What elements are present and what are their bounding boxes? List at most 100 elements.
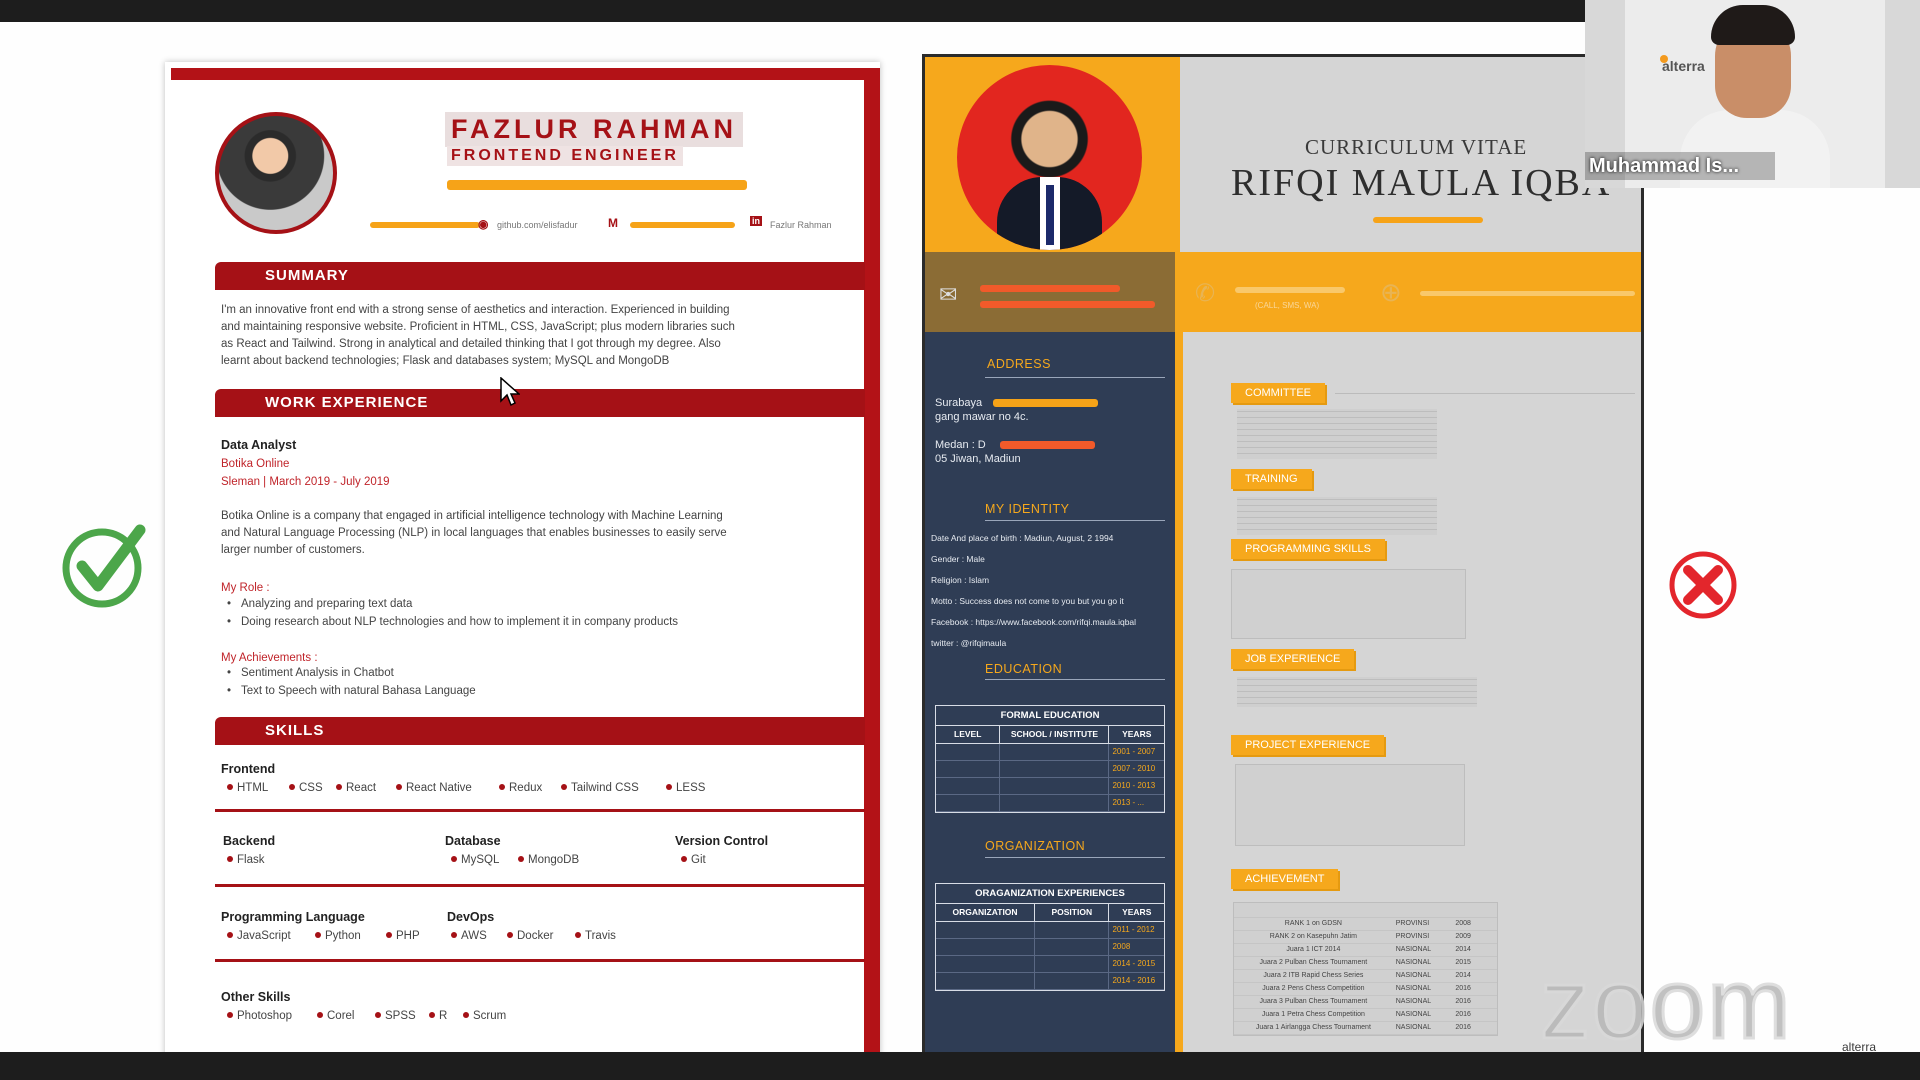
- achievements-label: My Achievements :: [221, 652, 318, 664]
- github-icon: ◉: [478, 217, 489, 231]
- table-row: 2007 - 2010: [936, 761, 1164, 778]
- section-summary: SUMMARY: [215, 262, 865, 290]
- skill-category: Frontend: [221, 762, 276, 776]
- table-row: 2013 - ...: [936, 795, 1164, 812]
- table-row: Juara 2 Pulban Chess Tournament NASIONAL 2…: [1234, 957, 1497, 970]
- divider: [985, 857, 1165, 858]
- divider: [215, 884, 865, 887]
- redaction: [1420, 291, 1635, 296]
- divider: [985, 679, 1165, 680]
- job-heading: JOB EXPERIENCE: [1231, 649, 1355, 669]
- redaction: [1235, 287, 1345, 293]
- table-row: Juara 2 ITB Rapid Chess Series NASIONAL 20…: [1234, 970, 1497, 983]
- skill-tag: Photoshop: [227, 1010, 292, 1022]
- redaction: [1373, 217, 1483, 223]
- column-header: SCHOOL / INSTITUTE: [1000, 726, 1110, 743]
- linkedin-link[interactable]: Fazlur Rahman: [770, 220, 832, 230]
- table-cell: NASIONAL: [1395, 985, 1432, 992]
- committee-list: [1237, 409, 1437, 459]
- organization-heading: ORGANIZATION: [985, 839, 1086, 853]
- resume-bad: CURRICULUM VITAE RIFQI MAULA IQBA ✉ ✆ (C…: [922, 54, 1644, 1074]
- table-cell: 2016: [1455, 985, 1471, 992]
- summary-line: as React and Tailwind. Strong in analyti…: [221, 338, 721, 350]
- phone-hint: (CALL, SMS, WA): [1255, 301, 1320, 310]
- section-work: WORK EXPERIENCE: [215, 389, 865, 417]
- organization-table: ORAGANIZATION EXPERIENCES ORGANIZATION P…: [935, 883, 1165, 991]
- column-header: YEARS: [1122, 729, 1152, 739]
- skill-tag: Docker: [507, 930, 553, 942]
- phone-icon: ✆: [1195, 280, 1216, 307]
- table-row: Juara 1 ICT 2014 NASIONAL 2014: [1234, 944, 1497, 957]
- achievement-table: RANK 1 on GDSN PROVINSI 2008 RANK 2 on Kas…: [1233, 902, 1498, 1036]
- table-cell: 2016: [1455, 1024, 1471, 1031]
- divider: [215, 809, 865, 812]
- cross-icon: [1669, 551, 1737, 619]
- table-row: Juara 1 Petra Chess Competition NASIONAL 2…: [1234, 1009, 1497, 1022]
- table-row: 2001 - 2007: [936, 744, 1164, 761]
- table-cell: Juara 1 ICT 2014: [1286, 946, 1341, 953]
- table-cell: 2007 - 2010: [1112, 764, 1156, 773]
- address-line: Surabaya: [935, 397, 983, 409]
- identity-line: Date And place of birth : Madiun, August…: [931, 533, 1114, 543]
- job-desc-line: Botika Online is a company that engaged …: [221, 510, 723, 522]
- project-table: [1235, 764, 1465, 846]
- table-cell: 2001 - 2007: [1112, 747, 1156, 756]
- table-cell: NASIONAL: [1395, 1011, 1432, 1018]
- achievement-item: Text to Speech with natural Bahasa Langu…: [227, 685, 476, 697]
- redaction: [370, 222, 480, 228]
- address-line: Medan : D: [935, 439, 986, 451]
- skill-tag: MongoDB: [518, 854, 579, 866]
- committee-heading: COMMITTEE: [1231, 383, 1325, 403]
- skill-category: Backend: [223, 834, 276, 848]
- summary-line: and maintaining responsive website. Prof…: [221, 321, 735, 333]
- side-accent: [864, 68, 880, 1074]
- participant-video[interactable]: alterra Muhammad Is...: [1585, 0, 1920, 188]
- skill-tag: React Native: [396, 782, 472, 794]
- table-row: 2008: [936, 939, 1164, 956]
- column-header: YEARS: [1122, 907, 1152, 917]
- table-cell: 2015: [1455, 959, 1471, 966]
- skill-tag: AWS: [451, 930, 487, 942]
- section-skills: SKILLS: [215, 717, 865, 745]
- column-header: ORGANIZATION: [936, 904, 1036, 921]
- table-cell: NASIONAL: [1395, 946, 1432, 953]
- table-cell: Juara 3 Pulban Chess Tournament: [1259, 998, 1368, 1005]
- job-period: Sleman | March 2019 - July 2019: [221, 476, 390, 488]
- job-title: Data Analyst: [221, 438, 297, 452]
- table-row: Juara 1 Airlangga Chess Tournament NASION…: [1234, 1022, 1497, 1035]
- table-cell: Juara 2 Pens Chess Competition: [1262, 985, 1365, 992]
- divider: [215, 959, 865, 962]
- identity-heading: MY IDENTITY: [985, 502, 1070, 516]
- table-cell: 2014: [1455, 946, 1471, 953]
- table-cell: NASIONAL: [1395, 1024, 1432, 1031]
- identity-line: Gender : Male: [931, 554, 985, 564]
- table-cell: 2014 - 2016: [1112, 976, 1156, 985]
- table-cell: NASIONAL: [1395, 998, 1432, 1005]
- table-row: RANK 1 on GDSN PROVINSI 2008: [1234, 918, 1497, 931]
- skill-tag: Git: [681, 854, 706, 866]
- github-link[interactable]: github.com/elisfadur: [497, 220, 578, 230]
- job-description: Botika Online is a company that engaged …: [221, 508, 831, 559]
- training-list: [1237, 497, 1437, 535]
- skill-tag: Scrum: [463, 1010, 506, 1022]
- table-cell: NASIONAL: [1395, 959, 1432, 966]
- participant-name: Muhammad Is...: [1585, 152, 1775, 180]
- cv-name: RIFQI MAULA IQBA: [1231, 162, 1612, 204]
- skill-tag: Redux: [499, 782, 542, 794]
- address-line: gang mawar no 4c.: [935, 411, 1029, 423]
- divider: [985, 520, 1165, 521]
- skill-tag: Tailwind CSS: [561, 782, 639, 794]
- project-heading: PROJECT EXPERIENCE: [1231, 735, 1385, 755]
- top-accent: [171, 68, 880, 80]
- contact-email-panel: [925, 252, 1175, 332]
- table-cell: 2008: [1455, 920, 1471, 927]
- photo-tie: [1046, 185, 1054, 245]
- table-cell: RANK 1 on GDSN: [1284, 920, 1342, 927]
- table-cell: PROVINSI: [1395, 920, 1430, 927]
- role-item: Doing research about NLP technologies an…: [227, 616, 678, 628]
- divider: [1335, 393, 1635, 394]
- redaction: [993, 399, 1098, 407]
- skill-tag: CSS: [289, 782, 323, 794]
- address-line: 05 Jiwan, Madiun: [935, 453, 1021, 465]
- skill-tag: R: [429, 1010, 447, 1022]
